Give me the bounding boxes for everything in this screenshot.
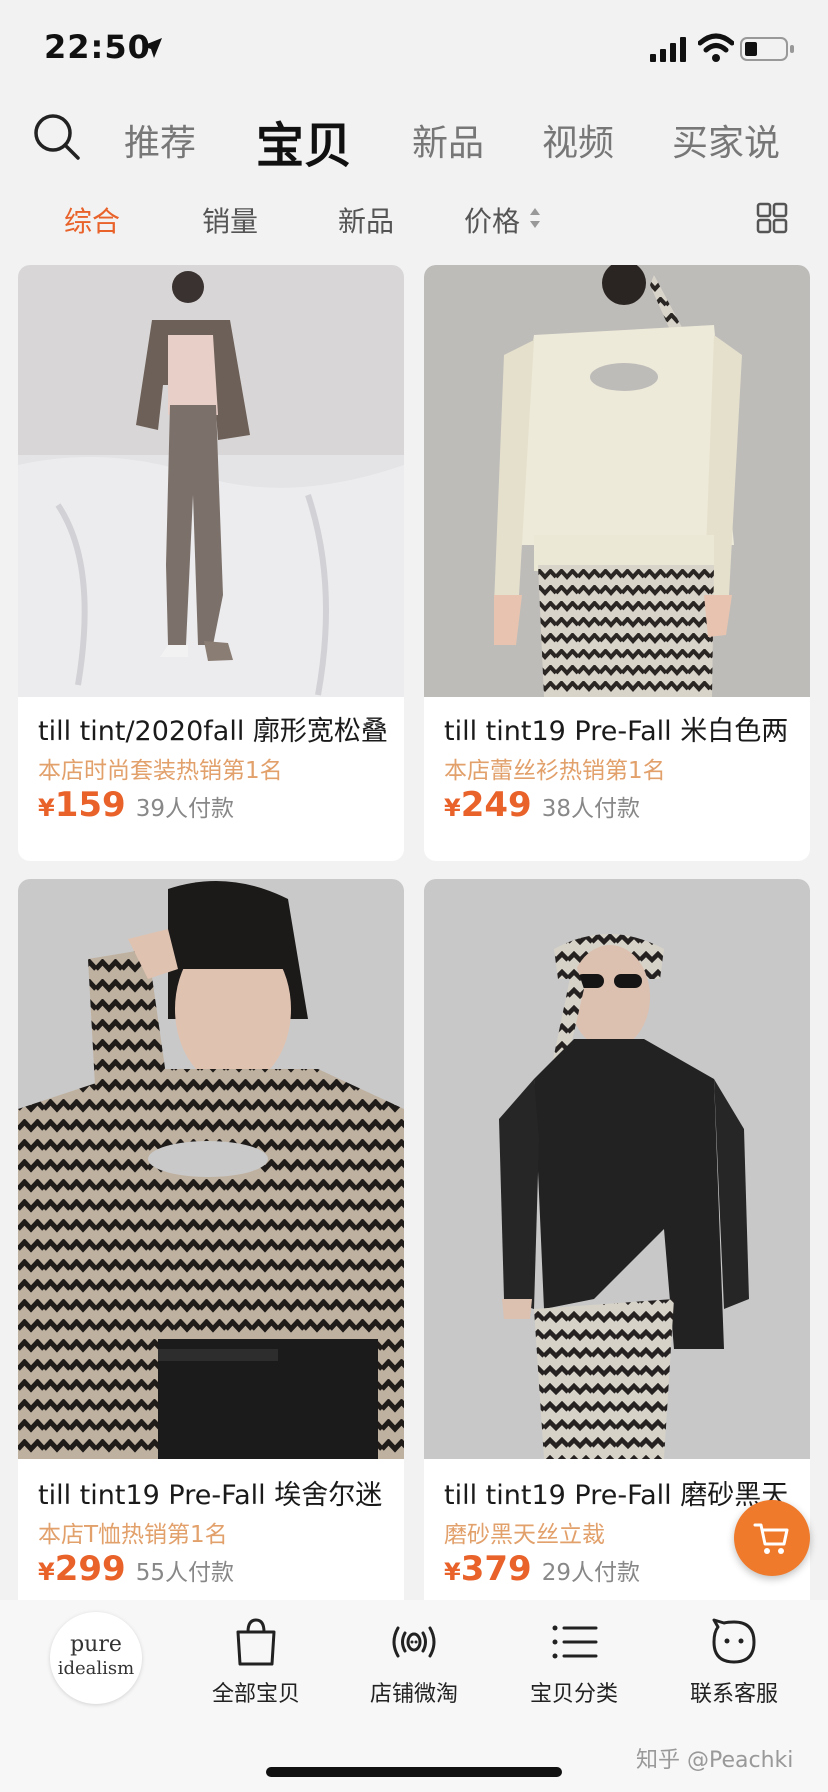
sort-price[interactable]: 价格	[464, 200, 520, 240]
sort-new[interactable]: 新品	[338, 200, 394, 240]
product-card[interactable]: till tint19 Pre-Fall 磨砂黑天 磨砂黑天丝立裁 ¥379 29…	[424, 879, 810, 1600]
price-currency: ¥	[444, 794, 461, 822]
price-value: 249	[460, 785, 532, 825]
product-rank-tag: 本店蕾丝衫热销第1名	[444, 758, 666, 784]
shop-top-nav: 推荐 宝贝 新品 视频 买家说	[0, 100, 828, 180]
grid-view-icon[interactable]	[756, 202, 788, 234]
product-card[interactable]: till tint19 Pre-Fall 米白色两 本店蕾丝衫热销第1名 ¥24…	[424, 265, 810, 861]
sort-arrows-icon	[530, 208, 540, 228]
bottom-bar-label: 全部宝贝	[211, 1682, 300, 1707]
bottom-bar-label: 联系客服	[689, 1682, 778, 1707]
chat-face-icon	[712, 1618, 756, 1664]
shopping-bag-icon	[236, 1618, 276, 1666]
status-time: 22:50	[44, 28, 151, 66]
shop-logo[interactable]: pure idealism	[50, 1612, 142, 1704]
tab-video[interactable]: 视频	[542, 114, 614, 166]
product-image[interactable]	[424, 879, 810, 1459]
price-row: ¥159 39人付款	[38, 785, 234, 825]
cellular-signal-icon	[650, 37, 686, 62]
price-row: ¥379 29人付款	[444, 1549, 640, 1589]
sold-count: 39人付款	[135, 796, 234, 822]
search-icon[interactable]	[32, 112, 82, 162]
product-rank-tag: 本店T恤热销第1名	[38, 1522, 228, 1548]
product-title: till tint/2020fall 廓形宽松叠	[38, 716, 388, 747]
price-currency: ¥	[38, 1558, 55, 1586]
product-grid: till tint/2020fall 廓形宽松叠 本店时尚套装热销第1名 ¥15…	[0, 265, 828, 1600]
price-value: 299	[54, 1549, 126, 1589]
sold-count: 38人付款	[541, 796, 640, 822]
wifi-icon	[698, 33, 734, 62]
product-image[interactable]	[424, 265, 810, 697]
price-value: 379	[460, 1549, 532, 1589]
price-currency: ¥	[38, 794, 55, 822]
logo-text-line2: idealism	[57, 1658, 135, 1679]
bottom-bar-label: 宝贝分类	[529, 1682, 618, 1707]
all-products-button[interactable]: 全部宝贝	[186, 1616, 326, 1708]
cart-icon	[753, 1523, 789, 1554]
product-image[interactable]	[18, 265, 404, 697]
sold-count: 29人付款	[541, 1560, 640, 1586]
product-rank-tag: 磨砂黑天丝立裁	[444, 1522, 605, 1548]
home-indicator[interactable]	[266, 1767, 562, 1777]
battery-icon	[740, 37, 794, 61]
tab-recommend[interactable]: 推荐	[124, 114, 196, 166]
product-title: till tint19 Pre-Fall 磨砂黑天	[444, 1480, 789, 1511]
sort-sales[interactable]: 销量	[202, 200, 258, 240]
product-image[interactable]	[18, 879, 404, 1459]
zhihu-watermark: 知乎 @Peachki	[636, 1748, 794, 1773]
location-arrow-icon	[142, 38, 162, 58]
price-currency: ¥	[444, 1558, 461, 1586]
logo-text-line1: pure	[70, 1632, 122, 1657]
shop-bottom-bar: pure idealism 全部宝贝 店铺微淘 宝贝分类 联系客服 知乎 @Pe…	[0, 1600, 828, 1792]
product-card[interactable]: till tint19 Pre-Fall 埃舍尔迷 本店T恤热销第1名 ¥299…	[18, 879, 404, 1600]
bottom-bar-label: 店铺微淘	[369, 1682, 458, 1707]
screen: 22:50 推荐 宝贝 新品 视频 买家说 综合 销量 新品 价格 till t…	[0, 0, 828, 1792]
sold-count: 55人付款	[135, 1560, 234, 1586]
tab-new[interactable]: 新品	[412, 114, 484, 166]
broadcast-icon	[392, 1626, 436, 1658]
product-title: till tint19 Pre-Fall 米白色两	[444, 716, 789, 747]
floating-cart-button[interactable]	[734, 1500, 810, 1576]
product-title: till tint19 Pre-Fall 埃舍尔迷	[38, 1480, 383, 1511]
sort-overall[interactable]: 综合	[64, 200, 120, 240]
price-value: 159	[54, 785, 126, 825]
price-row: ¥249 38人付款	[444, 785, 640, 825]
tab-products[interactable]: 宝贝	[256, 106, 352, 176]
categories-button[interactable]: 宝贝分类	[504, 1616, 644, 1708]
product-rank-tag: 本店时尚套装热销第1名	[38, 758, 283, 784]
customer-service-button[interactable]: 联系客服	[664, 1616, 804, 1708]
price-row: ¥299 55人付款	[38, 1549, 234, 1589]
list-icon	[552, 1625, 598, 1659]
shop-feed-button[interactable]: 店铺微淘	[344, 1616, 484, 1708]
tab-buyer-reviews[interactable]: 买家说	[672, 114, 780, 166]
sort-bar: 综合 销量 新品 价格	[0, 192, 828, 254]
status-bar: 22:50	[0, 0, 828, 92]
product-card[interactable]: till tint/2020fall 廓形宽松叠 本店时尚套装热销第1名 ¥15…	[18, 265, 404, 861]
